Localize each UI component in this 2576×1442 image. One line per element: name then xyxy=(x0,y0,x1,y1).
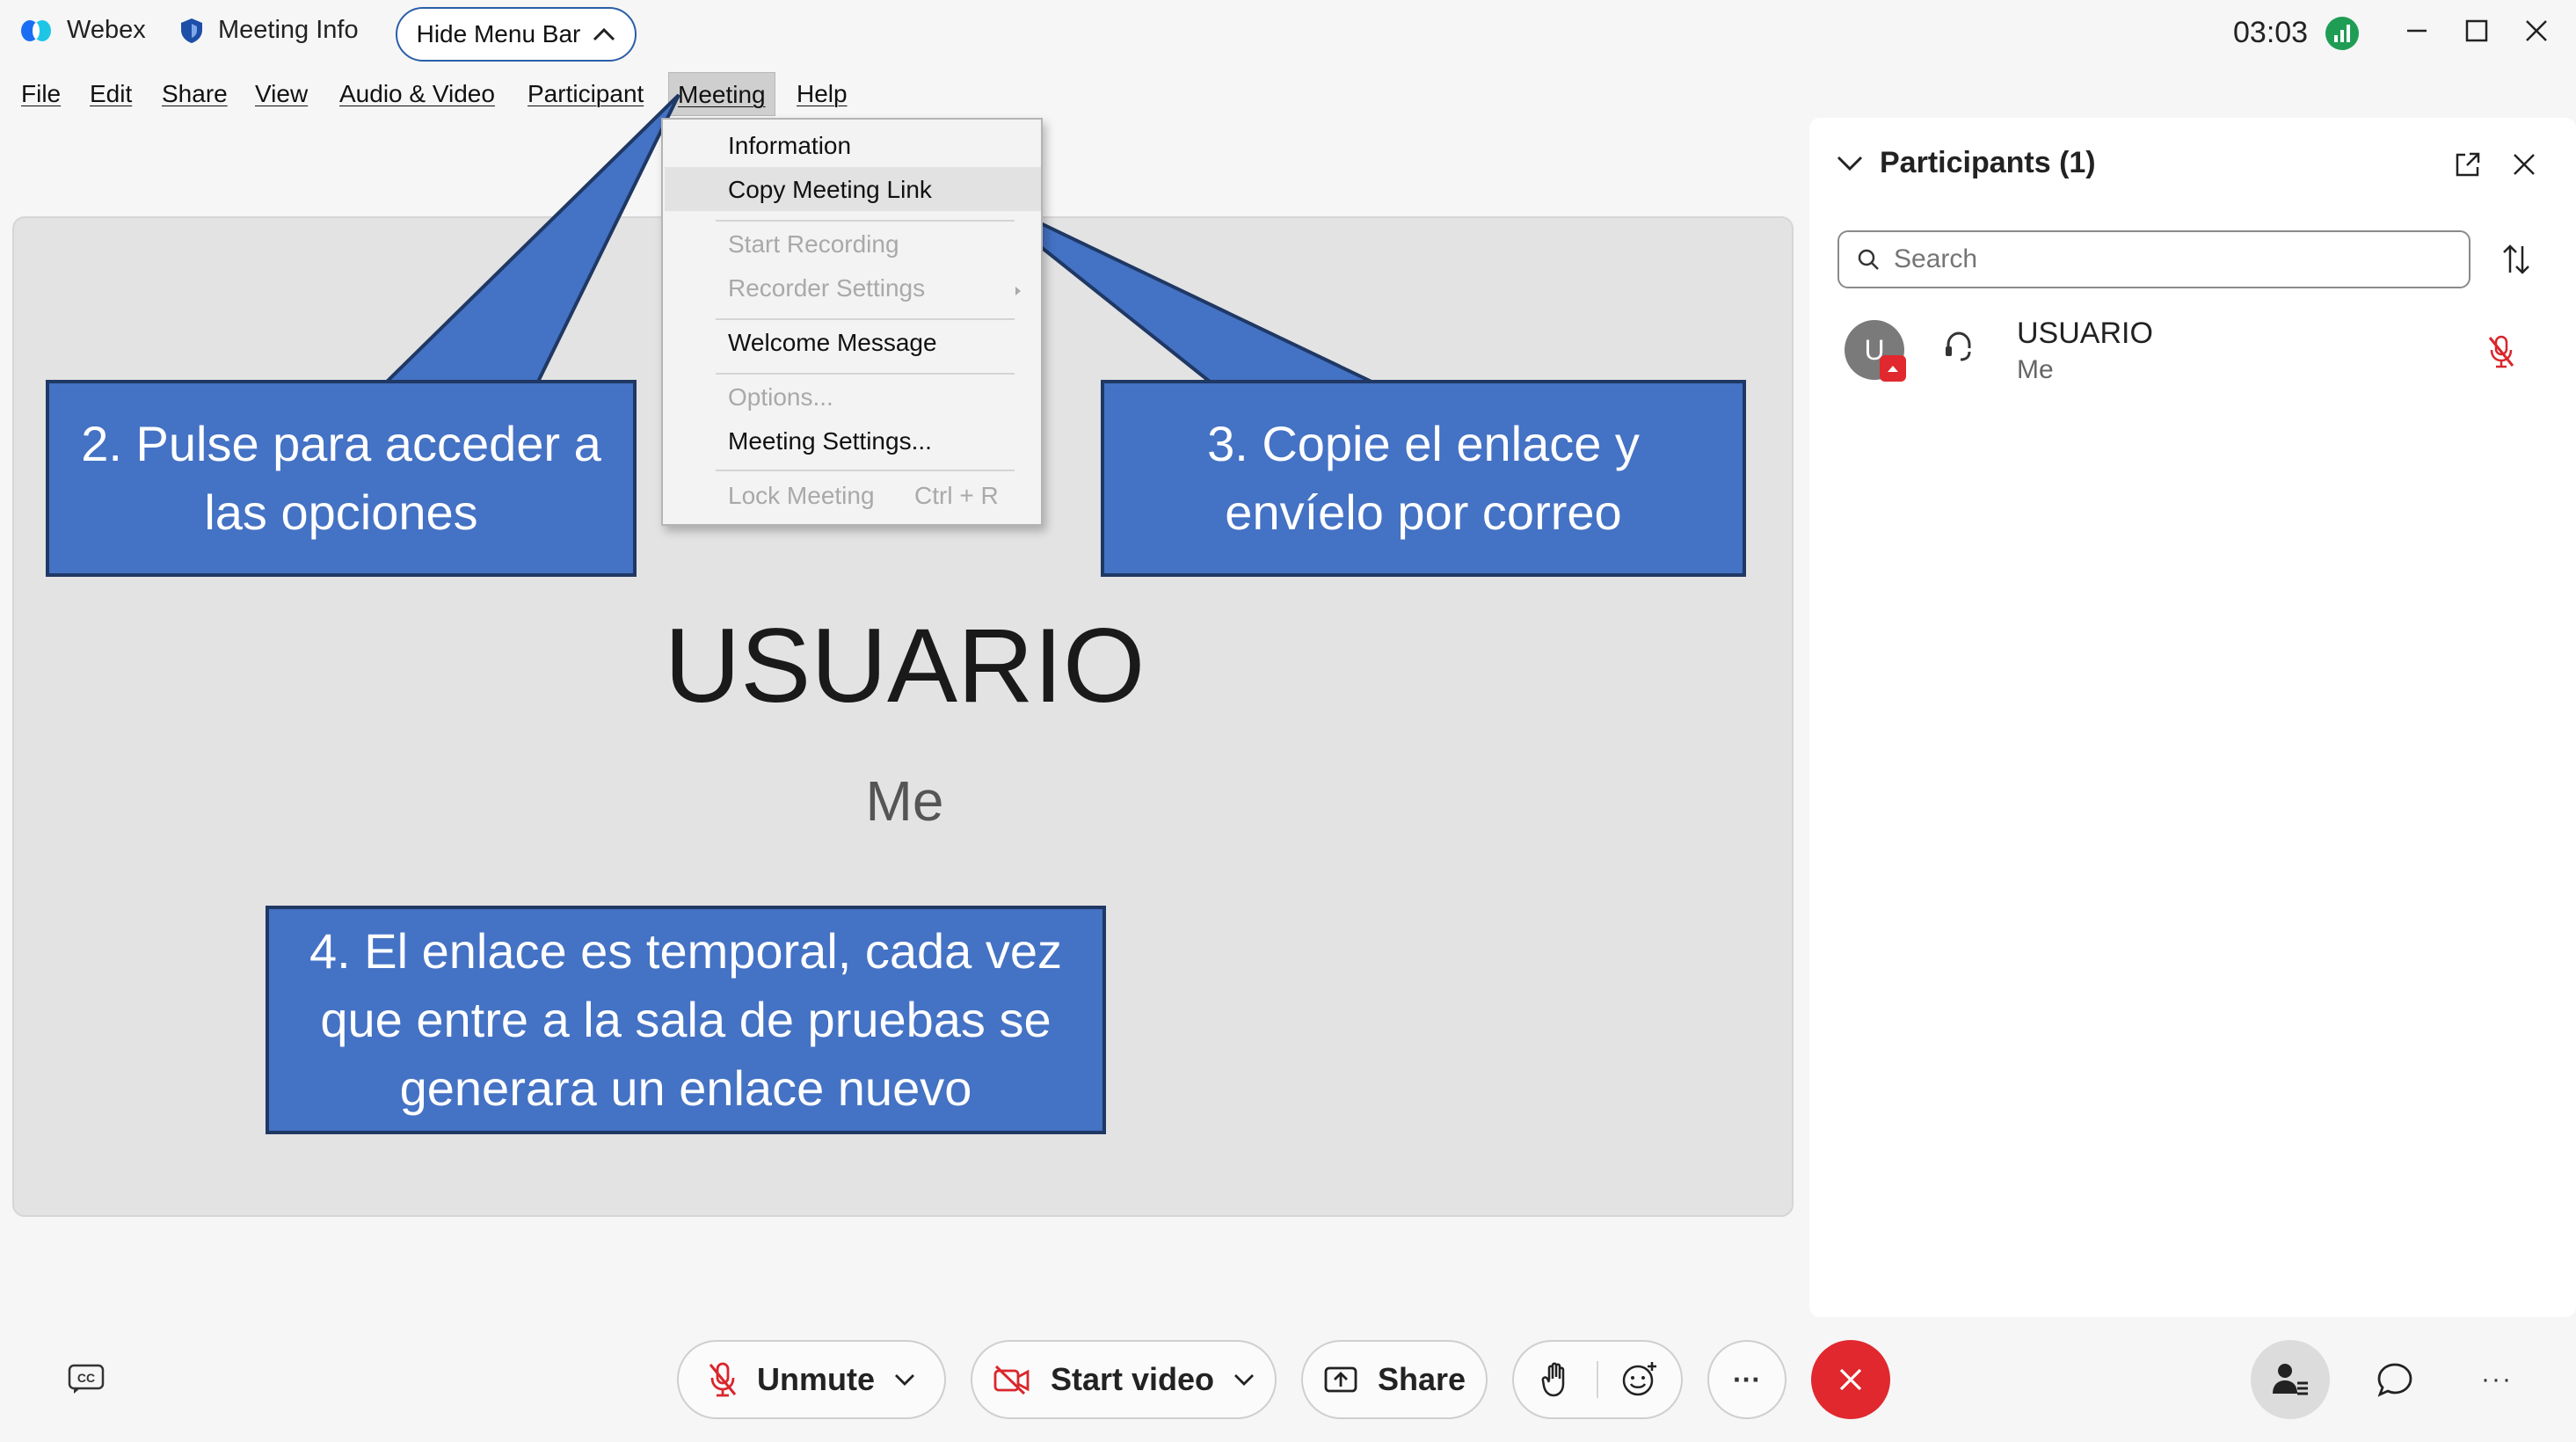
network-health-icon[interactable] xyxy=(2325,16,2360,51)
participants-list-icon xyxy=(2273,1364,2308,1395)
participant-name: USUARIO xyxy=(2017,317,2153,350)
menu-item-options: Options... xyxy=(728,383,833,411)
menu-separator xyxy=(716,318,1015,320)
more-options-button[interactable]: ··· xyxy=(1707,1340,1786,1419)
callout-3-line-2: envíelo por correo xyxy=(1225,484,1622,540)
closed-captions-icon[interactable]: CC xyxy=(67,1363,106,1395)
callout-step-4: 4. El enlace es temporal, cada vez que e… xyxy=(266,906,1106,1134)
panel-more-icon[interactable]: ··· xyxy=(2481,1365,2513,1395)
stage-participant-subtitle: Me xyxy=(865,769,944,833)
start-video-label: Start video xyxy=(1050,1361,1215,1397)
callout-4-line-2: que entre a la sala de pruebas se xyxy=(320,992,1052,1047)
share-button[interactable]: Share xyxy=(1301,1340,1488,1419)
search-icon xyxy=(1858,249,1879,270)
close-panel-icon[interactable] xyxy=(2511,151,2537,178)
unmute-label: Unmute xyxy=(757,1361,875,1397)
maximize-icon[interactable] xyxy=(2463,18,2490,44)
callout-4-line-3: generara un enlace nuevo xyxy=(399,1060,972,1116)
share-label: Share xyxy=(1377,1361,1466,1397)
callout-2-line-1: 2. Pulse para acceder a xyxy=(81,416,601,471)
menu-separator xyxy=(716,373,1015,375)
lock-meeting-shortcut: Ctrl + R xyxy=(914,482,999,509)
menu-item-information[interactable]: Information xyxy=(728,132,851,160)
meeting-timer: 03:03 xyxy=(2233,16,2309,49)
host-badge-icon xyxy=(1880,355,1906,382)
close-window-icon[interactable] xyxy=(2523,18,2550,44)
search-input[interactable] xyxy=(1892,244,2423,275)
close-icon xyxy=(1839,1368,1862,1391)
menu-item-lock-meeting: Lock Meeting xyxy=(728,482,875,509)
chevron-down-icon[interactable] xyxy=(1233,1373,1255,1387)
menu-separator xyxy=(716,220,1015,222)
meeting-dropdown-menu: Information Copy Meeting Link Start Reco… xyxy=(661,118,1043,526)
chevron-down-icon[interactable] xyxy=(1836,153,1864,174)
participants-panel: Participants (1) U USUARIO Me xyxy=(1809,118,2576,1317)
menu-item-welcome-message[interactable]: Welcome Message xyxy=(728,329,937,357)
participant-search[interactable] xyxy=(1837,230,2470,288)
sort-icon[interactable] xyxy=(2500,243,2532,276)
participant-role: Me xyxy=(2017,355,2054,384)
unmute-button[interactable]: Unmute xyxy=(677,1340,946,1419)
emoji-reaction-icon xyxy=(1622,1362,1656,1396)
reactions-button[interactable] xyxy=(1598,1360,1681,1399)
muted-microphone-icon[interactable] xyxy=(2486,334,2516,369)
callout-step-2: 2. Pulse para acceder a las opciones xyxy=(46,380,637,577)
submenu-arrow-icon xyxy=(1015,287,1021,295)
menu-item-start-recording: Start Recording xyxy=(728,230,899,258)
callout-4-line-1: 4. El enlace es temporal, cada vez xyxy=(309,923,1063,979)
menu-separator xyxy=(716,470,1015,471)
callout-2-line-2: las opciones xyxy=(204,484,478,540)
menu-item-copy-meeting-link[interactable]: Copy Meeting Link xyxy=(728,176,932,204)
raise-hand-icon xyxy=(1541,1362,1565,1397)
reactions-group xyxy=(1512,1340,1683,1419)
menu-item-meeting-settings[interactable]: Meeting Settings... xyxy=(728,427,932,455)
muted-microphone-icon xyxy=(709,1362,737,1397)
start-video-button[interactable]: Start video xyxy=(971,1340,1277,1419)
chevron-down-icon[interactable] xyxy=(894,1373,915,1387)
raise-hand-button[interactable] xyxy=(1514,1361,1598,1398)
end-call-button[interactable] xyxy=(1811,1340,1890,1419)
headset-icon xyxy=(1946,331,1971,361)
participant-row[interactable]: U USUARIO Me xyxy=(1845,311,2548,399)
chat-icon[interactable] xyxy=(2376,1361,2414,1400)
menu-item-recorder-settings: Recorder Settings xyxy=(728,274,926,302)
video-off-icon xyxy=(993,1365,1030,1395)
pop-out-icon[interactable] xyxy=(2453,149,2483,179)
minimize-icon[interactable] xyxy=(2404,18,2430,44)
callout-step-3: 3. Copie el enlace y envíelo por correo xyxy=(1101,380,1746,577)
svg-text:CC: CC xyxy=(77,1371,95,1385)
callout-3-line-1: 3. Copie el enlace y xyxy=(1207,416,1640,471)
callout-2-pointer xyxy=(382,93,680,383)
share-screen-icon xyxy=(1324,1366,1357,1393)
stage-participant-name: USUARIO xyxy=(664,607,1146,725)
participants-title: Participants (1) xyxy=(1880,146,2096,179)
participants-toggle-button[interactable] xyxy=(2251,1340,2330,1419)
